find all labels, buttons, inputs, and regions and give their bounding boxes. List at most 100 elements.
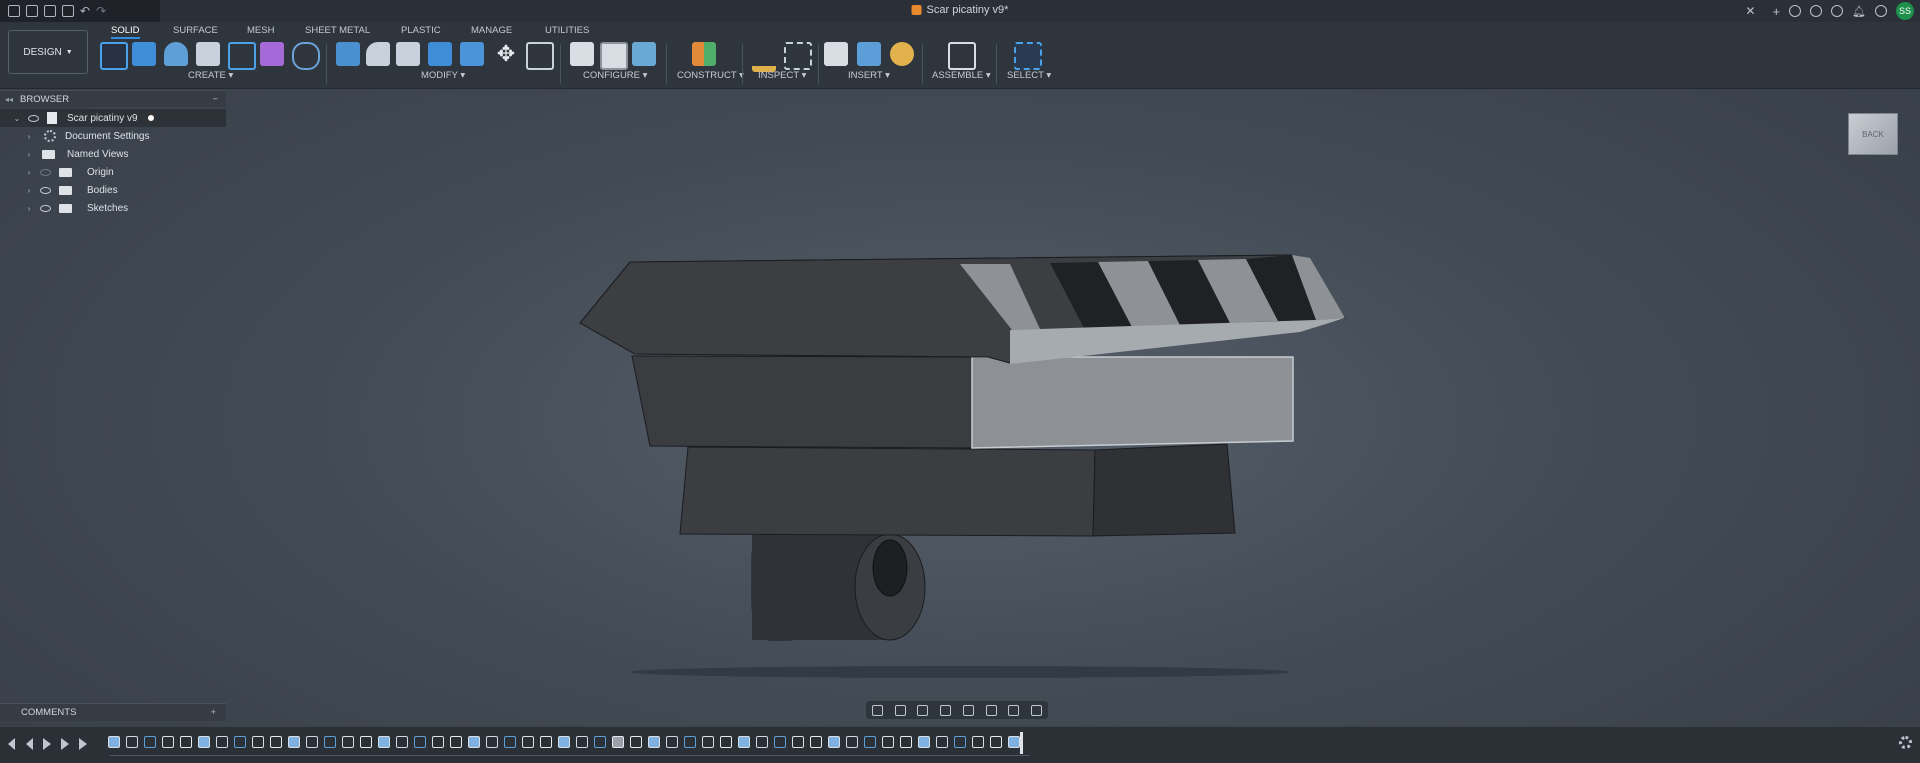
avatar[interactable]: SS [1896,2,1914,20]
timeline-feature-icon[interactable] [558,736,570,748]
clock-icon[interactable] [1831,5,1844,17]
timeline-feature-icon[interactable] [162,736,174,748]
gear-icon[interactable] [1899,736,1912,749]
combine-icon[interactable] [460,42,484,66]
grid-settings-icon[interactable] [1008,704,1020,716]
configure-menu[interactable]: CONFIGURE ▾ [583,70,647,81]
select-menu[interactable]: SELECT ▾ [1007,70,1051,81]
tree-item-document-settings[interactable]: › Document Settings [0,127,226,145]
save-icon[interactable] [62,5,74,17]
timeline-marker[interactable] [1020,732,1023,754]
offset-plane-icon[interactable] [692,42,716,66]
eye-icon[interactable] [28,114,39,122]
rectangular-pattern-icon[interactable] [228,42,256,70]
timeline-feature-icon[interactable] [414,736,426,748]
grid-icon[interactable] [26,5,38,17]
align-icon[interactable] [526,42,554,70]
step-forward-icon[interactable] [61,738,69,750]
inspect-menu[interactable]: INSPECT ▾ [758,70,806,81]
assemble-menu[interactable]: ASSEMBLE ▾ [932,70,991,81]
undo-icon[interactable]: ↶ [80,4,90,18]
pan-icon[interactable] [917,704,929,716]
timeline-feature-icon[interactable] [846,736,858,748]
timeline-feature-icon[interactable] [126,736,138,748]
chevron-right-icon[interactable]: › [24,132,34,141]
configure-rule-icon[interactable] [600,42,628,70]
timeline-feature-icon[interactable] [450,736,462,748]
plus-icon[interactable]: + [1772,4,1780,19]
timeline-feature-icon[interactable] [468,736,480,748]
timeline-feature-icon[interactable] [144,736,156,748]
timeline-feature-icon[interactable] [756,736,768,748]
chevron-right-icon[interactable]: › [24,186,34,195]
lower-block[interactable] [679,443,1236,537]
section-analysis-icon[interactable] [784,42,812,70]
new-component-icon[interactable] [948,42,976,70]
configure-table-icon[interactable] [570,42,594,66]
create-sketch-icon[interactable] [100,42,128,70]
timeline-feature-icon[interactable] [180,736,192,748]
move-icon[interactable]: ✥ [494,42,518,66]
timeline-feature-icon[interactable] [648,736,660,748]
eye-hidden-icon[interactable] [40,168,51,176]
tree-item-named-views[interactable]: › Named Views [0,145,226,163]
viewports-icon[interactable] [1031,704,1043,716]
tab-utilities[interactable]: UTILITIES [545,25,589,36]
close-tab-icon[interactable]: ✕ [1745,4,1755,18]
timeline-feature-icon[interactable] [576,736,588,748]
construct-menu[interactable]: CONSTRUCT ▾ [677,70,744,81]
timeline-feature-icon[interactable] [810,736,822,748]
model-viewport[interactable] [0,0,1920,762]
insert-menu[interactable]: INSERT ▾ [848,70,890,81]
timeline-feature-icon[interactable] [378,736,390,748]
tab-sheet-metal[interactable]: SHEET METAL [305,25,370,36]
refresh-icon[interactable] [1810,5,1823,17]
timeline-feature-icon[interactable] [1008,736,1020,748]
view-cube[interactable]: BACK [1848,113,1898,155]
timeline-feature-icon[interactable] [972,736,984,748]
timeline-feature-icon[interactable] [882,736,894,748]
timeline-feature-icon[interactable] [108,736,120,748]
extrude-icon[interactable] [132,42,156,66]
chamfer-icon[interactable] [396,42,420,66]
measure-icon[interactable] [752,42,776,72]
timeline-feature-icon[interactable] [630,736,642,748]
tab-surface[interactable]: SURFACE [173,25,218,36]
eye-icon[interactable] [40,186,51,194]
timeline-feature-icon[interactable] [774,736,786,748]
timeline-feature-icon[interactable] [900,736,912,748]
timeline-feature-icon[interactable] [504,736,516,748]
tab-manage[interactable]: MANAGE [471,25,512,36]
cylinder-boss[interactable] [751,533,926,641]
press-pull-icon[interactable] [336,42,360,66]
add-comment-button[interactable]: + [210,707,216,718]
workspace-design-button[interactable]: DESIGN ▼ [8,30,88,74]
help-icon[interactable] [1875,5,1887,17]
redo-icon[interactable]: ↷ [96,4,106,18]
timeline-feature-icon[interactable] [540,736,552,748]
timeline-feature-icon[interactable] [288,736,300,748]
zoom-icon[interactable] [940,704,952,716]
middle-block[interactable] [631,355,1294,449]
activate-radio-icon[interactable] [145,113,156,123]
timeline-feature-icon[interactable] [522,736,534,748]
timeline-feature-icon[interactable] [702,736,714,748]
timeline-feature-icon[interactable] [216,736,228,748]
shell-icon[interactable] [428,42,452,66]
collapse-panel-icon[interactable]: ◂◂ [5,95,13,104]
timeline-feature-icon[interactable] [360,736,372,748]
timeline-feature-icon[interactable] [306,736,318,748]
activity-icon[interactable] [1789,5,1802,17]
fillet-icon[interactable] [366,42,390,66]
timeline-feature-icon[interactable] [252,736,264,748]
tree-item-origin[interactable]: › Origin [0,163,226,181]
fit-icon[interactable] [962,704,974,716]
timeline-feature-icon[interactable] [324,736,336,748]
go-to-end-icon[interactable] [79,738,87,750]
revolve-icon[interactable] [164,42,188,66]
go-to-start-icon[interactable] [8,738,15,750]
eye-icon[interactable] [40,204,51,212]
tree-item-sketches[interactable]: › Sketches [0,199,226,217]
chevron-right-icon[interactable]: › [24,168,34,177]
create-form-icon[interactable] [260,42,284,66]
